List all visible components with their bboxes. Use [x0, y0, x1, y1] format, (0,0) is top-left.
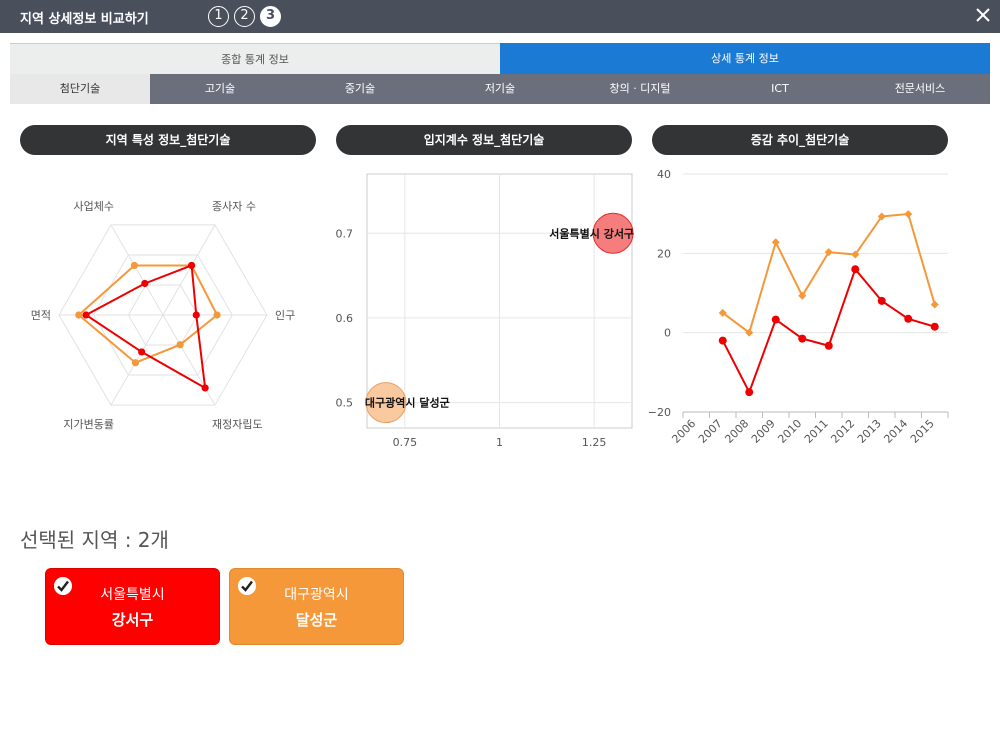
x-tick-label: 1.25 — [582, 436, 607, 449]
tab-detail-stats[interactable]: 상세 통계 정보 — [500, 43, 990, 74]
x-tick-label: 2013 — [855, 417, 884, 446]
radar-point — [82, 311, 90, 319]
region-province: 서울특별시 — [100, 587, 165, 603]
series-point — [904, 210, 913, 219]
x-tick-label: 2012 — [828, 417, 857, 446]
radar-axis-label: 종사자 수 — [212, 200, 256, 213]
series-point — [745, 388, 754, 397]
step-2[interactable]: 2 — [234, 6, 255, 27]
radar-point — [188, 261, 196, 270]
radar-axis-label: 면적 — [31, 309, 51, 322]
bubble-panel-title: 입지계수 정보_첨단기술 — [336, 125, 632, 155]
series-point — [824, 341, 833, 350]
series-point — [718, 336, 727, 345]
bubble-label: 서울특별시 강서구 — [549, 226, 634, 240]
selected-count-label: 선택된 지역 : 2개 — [20, 528, 169, 552]
radar-panel-title: 지역 특성 정보_첨단기술 — [20, 125, 316, 155]
bubble-chart: 0.75 1 1.25 0.5 0.6 0.7 서울특별시 강서구대구광역시 달성군 — [336, 173, 634, 449]
radar-spoke — [110, 224, 164, 316]
radar-axis-label: 지가변동률 — [63, 418, 114, 431]
subtab-high-tech[interactable]: 첨단기술 — [10, 74, 150, 104]
series-point — [798, 334, 807, 343]
x-tick-label: 2010 — [775, 417, 804, 446]
y-tick-label: 40 — [657, 168, 671, 181]
radar-spoke — [162, 224, 216, 316]
y-tick-label: 0.7 — [336, 227, 354, 240]
radar-point — [192, 311, 200, 319]
trend-chart: 40 20 0 −2020062007200820092010201120122013… — [648, 168, 949, 446]
radar-chart: 종사자 수인구재정자립도 지가변동률 면적 사업체수 — [31, 200, 296, 431]
subtab-professional-services[interactable]: 전문서비스 — [850, 74, 990, 104]
radar-axis-label: 사업체수 — [74, 200, 114, 213]
region-province: 대구광역시 — [284, 587, 349, 603]
window-title: 지역 상세정보 비교하기 — [20, 12, 149, 27]
region-card-daegu[interactable]: 대구광역시 달성군 — [229, 568, 404, 645]
series-point — [771, 315, 780, 324]
x-tick-label: 2011 — [802, 417, 831, 446]
tab-overall-stats[interactable]: 종합 통계 정보 — [10, 43, 500, 74]
x-tick-label: 1 — [496, 436, 503, 449]
y-tick-label: 0 — [664, 327, 671, 340]
x-tick-label: 2009 — [749, 417, 778, 446]
sub-tabs: 첨단기술 고기술 중기술 저기술 창의 · 디지털 ICT 전문서비스 — [10, 74, 990, 104]
radar-point — [141, 279, 149, 288]
series-point — [877, 296, 886, 305]
step-1[interactable]: 1 — [208, 6, 229, 27]
series-point — [851, 265, 860, 274]
series-point — [771, 238, 780, 247]
y-tick-label: 20 — [657, 247, 671, 260]
subtab-creative-digital[interactable]: 창의 · 디지털 — [570, 74, 710, 104]
region-district: 달성군 — [295, 611, 338, 629]
trend-panel-title: 증감 추이_첨단기술 — [652, 125, 948, 155]
radar-axis-label: 재정자립도 — [212, 418, 263, 431]
radar-point — [131, 359, 140, 367]
step-3[interactable]: 3 — [260, 6, 281, 27]
top-tabs: 종합 통계 정보 상세 통계 정보 — [10, 43, 990, 74]
radar-point — [75, 311, 83, 319]
subtab-low-tech[interactable]: 저기술 — [430, 74, 570, 104]
y-tick-label: −20 — [648, 406, 671, 419]
y-tick-label: 0.5 — [336, 397, 354, 410]
subtab-med-high-tech[interactable]: 고기술 — [150, 74, 290, 104]
x-tick-label: 0.75 — [393, 436, 418, 449]
radar-point — [138, 348, 146, 356]
region-card-seoul[interactable]: 서울특별시 강서구 — [45, 568, 220, 645]
close-icon[interactable] — [974, 6, 992, 24]
radar-point — [176, 341, 184, 349]
series-point — [930, 300, 939, 309]
region-district: 강서구 — [111, 611, 154, 629]
x-tick-label: 2014 — [881, 417, 910, 446]
radar-spoke — [162, 314, 216, 406]
radar-point — [213, 311, 221, 319]
series-line — [721, 267, 936, 395]
radar-point — [201, 384, 209, 392]
radar-axis-label: 인구 — [275, 309, 295, 322]
radar-point — [130, 261, 138, 270]
x-tick-label: 2006 — [669, 417, 698, 446]
bubble-label: 대구광역시 달성군 — [365, 396, 450, 410]
title-bar: 지역 상세정보 비교하기 1 2 3 — [0, 0, 1000, 33]
y-tick-label: 0.6 — [336, 312, 354, 325]
x-tick-label: 2008 — [722, 417, 751, 446]
series-point — [930, 322, 939, 331]
step-indicator: 1 2 3 — [208, 6, 281, 27]
subtab-medium-tech[interactable]: 중기술 — [290, 74, 430, 104]
x-tick-label: 2007 — [696, 417, 725, 446]
series-point — [904, 314, 913, 323]
subtab-ict[interactable]: ICT — [710, 74, 850, 104]
x-tick-label: 2015 — [908, 417, 937, 446]
